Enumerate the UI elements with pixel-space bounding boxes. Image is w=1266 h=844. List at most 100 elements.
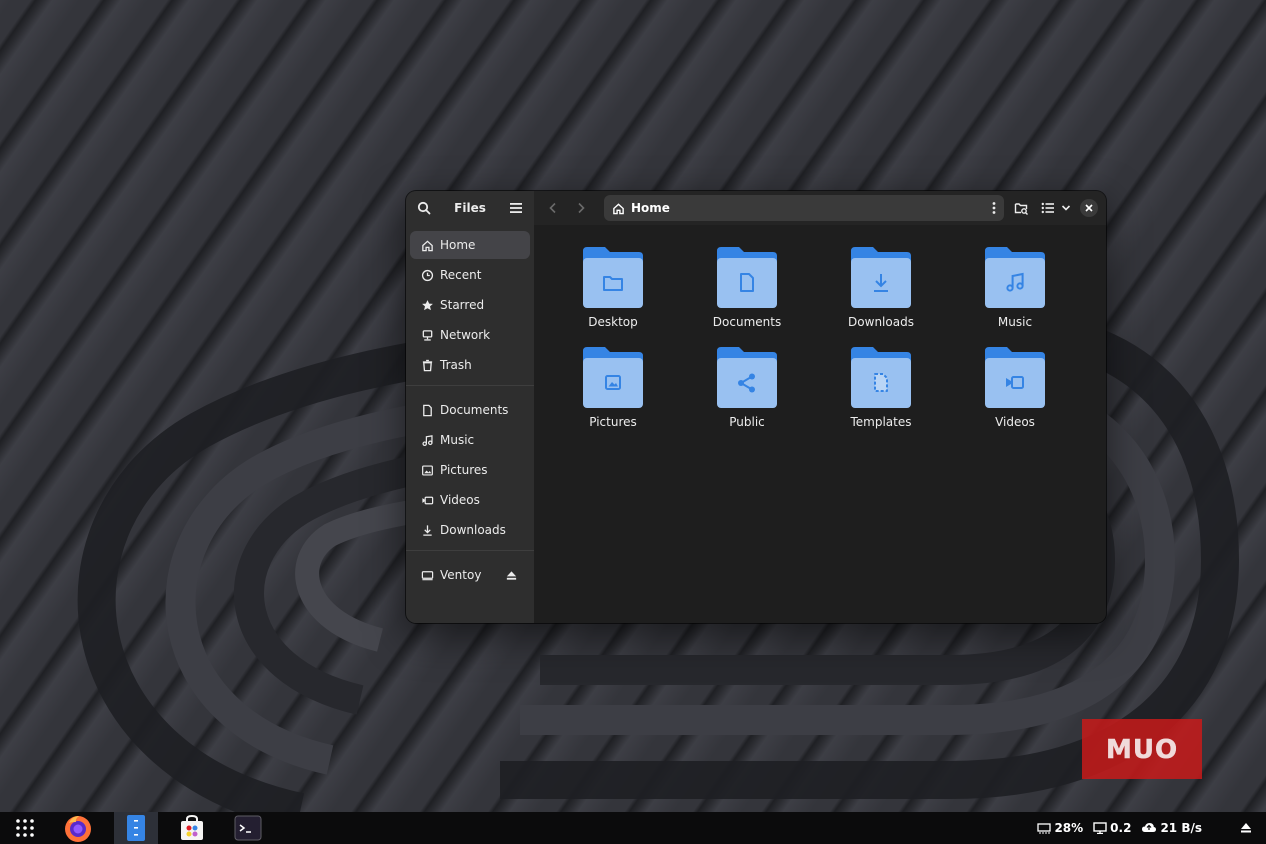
network-value: 21 B/s [1160,821,1202,835]
network-indicator[interactable]: 21 B/s [1141,821,1202,835]
folder-item-downloads[interactable]: Downloads [814,245,948,329]
folder-item-public[interactable]: Public [680,345,814,429]
path-current: Home [631,201,670,215]
sidebar-item-label: Documents [440,403,509,417]
files-icon [127,815,145,841]
sidebar-item-label: Downloads [440,523,506,537]
memory-icon [1037,823,1052,834]
list-view-icon [1041,202,1054,214]
folder-label: Videos [995,415,1035,429]
folder-item-desktop[interactable]: Desktop [546,245,680,329]
sidebar: Files Home Recent Starred Network Trash … [406,191,534,623]
sidebar-item-label: Music [440,433,475,447]
taskbar-terminal[interactable] [226,812,270,844]
main-pane: Home Desktop Documents Downloads Music P… [534,191,1106,623]
eject-icon [1241,823,1251,833]
memory-indicator[interactable]: 28% [1037,821,1083,835]
sidebar-item-recent[interactable]: Recent [410,261,530,289]
terminal-icon [234,815,262,841]
view-list-button[interactable] [1040,197,1072,219]
folder-item-music[interactable]: Music [948,245,1082,329]
folder-grid: Desktop Documents Downloads Music Pictur… [546,245,1082,429]
sidebar-item-label: Recent [440,268,482,282]
sidebar-item-pictures[interactable]: Pictures [410,456,530,484]
chevron-right-icon [578,202,585,214]
muo-logo: MUO [1106,735,1178,764]
app-grid-icon [16,819,34,837]
sidebar-item-downloads[interactable]: Downloads [410,516,530,544]
folder-label: Templates [850,415,912,429]
sidebar-item-label: Videos [440,493,480,507]
folder-label: Pictures [589,415,637,429]
sidebar-item-label: Pictures [440,463,488,477]
sidebar-item-starred[interactable]: Starred [410,291,530,319]
display-value: 0.2 [1110,821,1132,835]
sidebar-item-videos[interactable]: Videos [410,486,530,514]
more-options-icon[interactable] [992,201,996,215]
forward-button[interactable] [570,197,592,219]
folder-templates-icon [851,347,911,408]
sidebar-item-label: Trash [440,358,472,372]
svg-text:MUO: MUO [1106,735,1178,764]
search-in-folder-button[interactable] [1010,197,1032,219]
display-indicator[interactable]: 0.2 [1093,821,1131,835]
sidebar-item-home[interactable]: Home [410,231,530,259]
trash-icon [422,359,433,371]
folder-search-icon [1014,203,1028,215]
folder-item-videos[interactable]: Videos [948,345,1082,429]
memory-value: 28% [1054,821,1084,835]
home-icon [422,239,433,251]
sidebar-item-label: Network [440,328,491,342]
folder-item-documents[interactable]: Documents [680,245,814,329]
sidebar-header: Files [406,191,534,225]
folder-music-icon [985,247,1045,308]
sidebar-item-documents[interactable]: Documents [410,396,530,424]
app-grid-button[interactable] [0,812,50,844]
close-icon [1085,204,1093,212]
folder-label: Documents [712,315,782,329]
taskbar: 28% 0.2 21 B/s [0,812,1266,844]
folder-label: Public [729,415,765,429]
sidebar-item-label: Ventoy [440,568,482,582]
sidebar-item-network[interactable]: Network [410,321,530,349]
sidebar-item-label: Home [440,238,476,252]
taskbar-firefox[interactable] [56,812,100,844]
star-icon [422,299,433,310]
network-icon [422,329,433,341]
path-bar[interactable]: Home [604,195,1004,221]
video-icon [422,496,434,504]
sidebar-divider [406,550,534,551]
sidebar-item-music[interactable]: Music [410,426,530,454]
folder-item-pictures[interactable]: Pictures [546,345,680,429]
close-button[interactable] [1080,199,1098,217]
search-icon[interactable] [416,200,432,216]
muo-watermark: MUO [1082,719,1202,779]
app-title: Files [454,201,486,215]
cloud-icon [1142,823,1157,832]
download-icon [423,524,432,536]
eject-tray-button[interactable] [1240,822,1252,834]
folder-pictures-icon [583,347,643,408]
sidebar-item-ventoy[interactable]: Ventoy [410,561,530,589]
document-icon [423,404,432,416]
picture-icon [422,464,433,476]
system-tray: 28% 0.2 21 B/s [1037,821,1266,835]
drive-icon [421,570,434,580]
taskbar-software[interactable] [170,812,214,844]
firefox-icon [65,816,91,842]
folder-item-templates[interactable]: Templates [814,345,948,429]
header-bar: Home [534,191,1106,225]
folder-public-icon [717,347,777,408]
taskbar-files[interactable] [114,812,158,844]
music-icon [422,434,433,446]
folder-label: Music [997,315,1033,329]
folder-downloads-icon [851,247,911,308]
files-window: Files Home Recent Starred Network Trash … [406,191,1106,623]
folder-desktop-icon [583,247,643,308]
back-button[interactable] [542,197,564,219]
sidebar-item-trash[interactable]: Trash [410,351,530,379]
folder-label: Downloads [848,315,914,329]
eject-icon[interactable] [505,569,518,582]
hamburger-menu-icon[interactable] [508,200,524,216]
chevron-down-icon [1061,205,1071,211]
